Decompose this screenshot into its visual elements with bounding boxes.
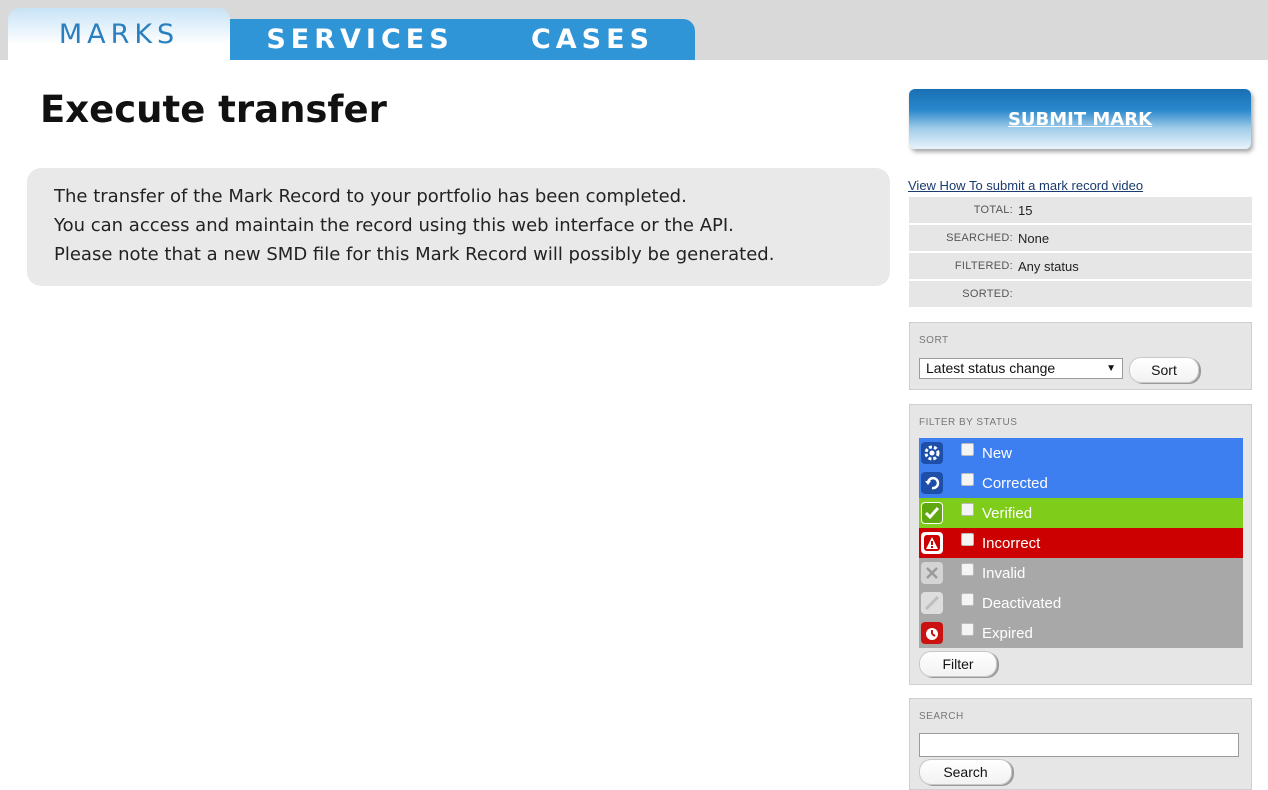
sort-selected-value: Latest status change — [926, 360, 1056, 376]
stat-searched: SEARCHED: None — [909, 225, 1252, 251]
how-to-video-link[interactable]: View How To submit a mark record video — [908, 178, 1143, 193]
warning-icon — [921, 532, 943, 554]
status-checkbox[interactable] — [961, 503, 974, 516]
status-checkbox[interactable] — [961, 593, 974, 606]
tab-marks[interactable]: MARKS — [8, 8, 230, 60]
clock-icon — [921, 622, 943, 644]
gear-icon — [921, 442, 943, 464]
status-row-deactivated: Deactivated — [919, 588, 1243, 618]
stat-label: SORTED: — [962, 288, 1013, 300]
checkmark-icon — [921, 502, 943, 524]
status-checkbox[interactable] — [961, 473, 974, 486]
status-row-corrected: Corrected — [919, 468, 1243, 498]
stat-value: None — [1018, 230, 1050, 246]
status-row-incorrect: Incorrect — [919, 528, 1243, 558]
status-label: Deactivated — [982, 594, 1062, 612]
sort-select[interactable]: Latest status change ▼ — [919, 358, 1123, 379]
stat-label: FILTERED: — [954, 260, 1013, 272]
stat-value: 15 — [1018, 202, 1033, 218]
dropdown-arrow-icon: ▼ — [1106, 363, 1116, 374]
sort-panel: SORT Latest status change ▼ Sort — [909, 322, 1252, 390]
message-line: Please note that a new SMD file for this… — [54, 244, 775, 265]
page-title: Execute transfer — [40, 88, 387, 131]
search-input[interactable] — [919, 733, 1239, 757]
submit-mark-button[interactable]: SUBMIT MARK — [909, 89, 1251, 149]
stat-label: SEARCHED: — [946, 232, 1013, 244]
filter-panel: FILTER BY STATUS New Corrected Verified … — [909, 404, 1252, 685]
status-label: Incorrect — [982, 534, 1041, 552]
stat-label: TOTAL: — [973, 204, 1013, 216]
filter-button[interactable]: Filter — [919, 651, 997, 677]
stats-panel: TOTAL: 15 SEARCHED: None FILTERED: Any s… — [909, 197, 1252, 309]
search-title: SEARCH — [919, 711, 964, 722]
stat-value: Any status — [1018, 258, 1079, 274]
stat-filtered: FILTERED: Any status — [909, 253, 1252, 279]
search-panel: SEARCH Search — [909, 698, 1252, 790]
tab-cases[interactable]: CASES — [490, 19, 695, 60]
status-row-invalid: Invalid — [919, 558, 1243, 588]
status-checkbox[interactable] — [961, 563, 974, 576]
undo-icon — [921, 472, 943, 494]
confirmation-message: The transfer of the Mark Record to your … — [27, 168, 890, 286]
status-checkbox[interactable] — [961, 623, 974, 636]
status-label: Expired — [982, 624, 1033, 642]
tab-services[interactable]: SERVICES — [230, 19, 491, 60]
message-line: The transfer of the Mark Record to your … — [54, 186, 687, 207]
status-row-expired: Expired — [919, 618, 1243, 648]
search-button[interactable]: Search — [919, 759, 1012, 785]
status-label: Verified — [982, 504, 1033, 522]
stat-total: TOTAL: 15 — [909, 197, 1252, 223]
sort-button[interactable]: Sort — [1129, 357, 1199, 383]
sort-title: SORT — [919, 335, 949, 346]
status-checkbox[interactable] — [961, 533, 974, 546]
filter-title: FILTER BY STATUS — [919, 417, 1018, 428]
cross-icon — [921, 562, 943, 584]
status-row-new: New — [919, 438, 1243, 468]
status-label: New — [982, 444, 1013, 462]
stat-sorted: SORTED: — [909, 281, 1252, 307]
status-checkbox[interactable] — [961, 443, 974, 456]
status-row-verified: Verified — [919, 498, 1243, 528]
status-label: Corrected — [982, 474, 1048, 492]
slash-icon — [921, 592, 943, 614]
message-line: You can access and maintain the record u… — [54, 215, 734, 236]
status-label: Invalid — [982, 564, 1026, 582]
